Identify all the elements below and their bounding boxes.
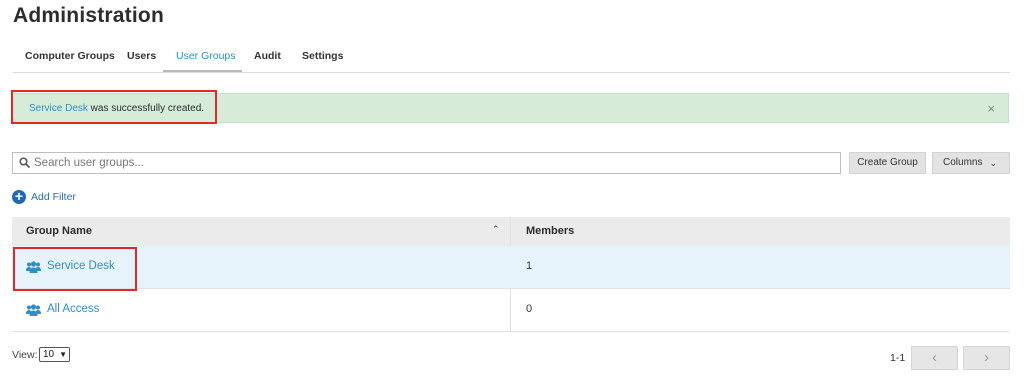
search-input[interactable] [34, 154, 824, 172]
page-size-select[interactable]: 10 ▼ [39, 347, 70, 362]
tab-bar: Computer Groups Users User Groups Audit … [13, 44, 1010, 73]
create-group-button[interactable]: Create Group [849, 152, 926, 174]
tab-audit[interactable]: Audit [254, 50, 281, 62]
tab-users[interactable]: Users [127, 50, 156, 62]
columns-button[interactable]: Columns ⌄ [932, 152, 1010, 174]
members-count: 0 [526, 303, 533, 315]
view-label: View: [12, 349, 38, 361]
search-box [12, 152, 841, 174]
members-count: 1 [526, 260, 533, 272]
page-title: Administration [13, 4, 164, 27]
column-header-members[interactable]: Members [526, 225, 574, 237]
pagination-range: 1-1 [890, 352, 906, 364]
add-filter-label: Add Filter [31, 191, 76, 203]
active-tab-indicator [163, 70, 242, 72]
tab-settings[interactable]: Settings [302, 50, 343, 62]
table-row[interactable]: Service Desk 1 [12, 246, 1010, 289]
sort-ascending-icon[interactable]: ⌃ [492, 224, 500, 235]
highlight-box-row [13, 247, 137, 291]
page-size-value: 10 [43, 349, 55, 360]
next-page-button[interactable]: › [963, 346, 1010, 370]
chevron-down-icon: ▼ [59, 350, 67, 359]
tab-computer-groups[interactable]: Computer Groups [25, 50, 115, 62]
table-header: Group Name ⌃ Members [12, 217, 1010, 246]
tab-user-groups[interactable]: User Groups [176, 50, 236, 62]
columns-label: Columns [943, 157, 983, 168]
column-header-group-name[interactable]: Group Name [26, 225, 92, 237]
table-row[interactable]: All Access 0 [12, 289, 1010, 332]
users-group-icon [26, 304, 41, 316]
highlight-box-alert [11, 90, 217, 124]
chevron-left-icon: ‹ [932, 349, 937, 366]
search-icon [19, 157, 30, 168]
close-icon[interactable]: × [987, 101, 995, 116]
view-control: View: 10 ▼ [12, 347, 70, 362]
chevron-down-icon: ⌄ [989, 158, 997, 168]
previous-page-button[interactable]: ‹ [911, 346, 958, 370]
chevron-right-icon: › [984, 349, 989, 366]
group-link[interactable]: All Access [47, 303, 99, 315]
plus-circle-icon: + [12, 189, 26, 204]
